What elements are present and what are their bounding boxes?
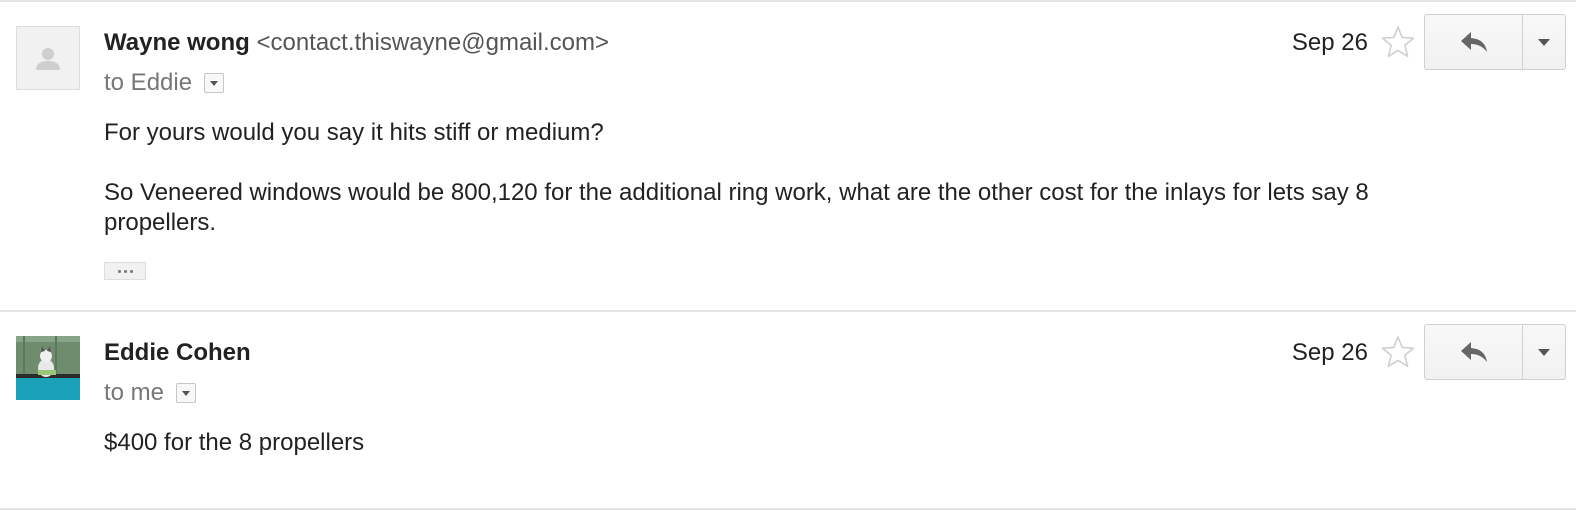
recipient-details-dropdown-icon[interactable] xyxy=(176,383,197,403)
reply-button[interactable] xyxy=(1425,15,1523,69)
ellipsis-icon xyxy=(117,269,121,273)
more-options-button[interactable] xyxy=(1523,15,1565,69)
reply-icon xyxy=(1460,342,1487,362)
sender-line: Eddie Cohen xyxy=(104,338,251,368)
reply-button-group xyxy=(1424,14,1566,70)
recipient-details-dropdown-icon[interactable] xyxy=(204,73,225,93)
message-1[interactable]: Wayne wong <contact.thiswayne@gmail.com>… xyxy=(0,2,1576,312)
reply-icon xyxy=(1460,32,1487,52)
recipient-label: to me xyxy=(104,379,165,406)
message-date[interactable]: Sep 26 xyxy=(1292,338,1368,368)
sender-name[interactable]: Wayne wong xyxy=(104,29,250,56)
star-icon[interactable] xyxy=(1380,24,1416,60)
sender-email[interactable]: <contact.thiswayne@gmail.com> xyxy=(256,29,609,56)
reply-button-group xyxy=(1424,324,1566,380)
sender-avatar[interactable] xyxy=(16,26,80,90)
message-paragraph: For yours would you say it hits stiff or… xyxy=(104,119,604,146)
sender-name[interactable]: Eddie Cohen xyxy=(104,339,251,366)
message-body: For yours would you say it hits stiff or… xyxy=(104,118,1484,238)
sender-line: Wayne wong <contact.thiswayne@gmail.com> xyxy=(104,28,609,58)
message-body: $400 for the 8 propellers xyxy=(104,428,1484,458)
message-2[interactable]: Eddie Cohen to me Sep 26 $400 for the 8 … xyxy=(0,312,1576,510)
sender-avatar[interactable] xyxy=(16,336,80,400)
recipient-label: to Eddie xyxy=(104,69,193,96)
star-icon[interactable] xyxy=(1380,334,1416,370)
reply-button[interactable] xyxy=(1425,325,1523,379)
message-paragraph: So Veneered windows would be 800,120 for… xyxy=(104,179,1369,236)
recipient-line: to Eddie xyxy=(104,68,225,98)
recipient-line: to me xyxy=(104,378,197,408)
more-options-button[interactable] xyxy=(1523,325,1565,379)
chevron-down-icon xyxy=(1538,38,1550,46)
profile-photo xyxy=(16,336,80,400)
message-paragraph: $400 for the 8 propellers xyxy=(104,429,365,456)
show-trimmed-content-button[interactable] xyxy=(104,262,146,280)
chevron-down-icon xyxy=(1538,348,1550,356)
message-date[interactable]: Sep 26 xyxy=(1292,28,1368,58)
email-thread: Wayne wong <contact.thiswayne@gmail.com>… xyxy=(0,0,1576,512)
default-avatar-icon xyxy=(36,48,60,70)
